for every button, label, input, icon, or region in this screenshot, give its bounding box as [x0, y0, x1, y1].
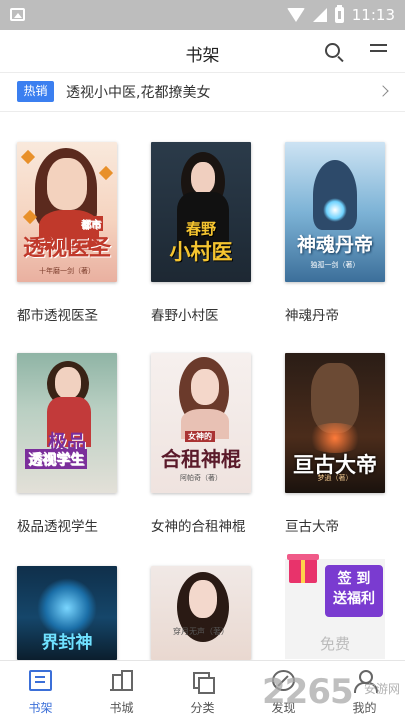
book-cover[interactable]: 界封神: [17, 566, 117, 660]
promo-divider: [0, 111, 405, 112]
category-icon: [191, 670, 215, 694]
signin-tag[interactable]: 签 到 送福利: [325, 565, 383, 617]
cover-title: 界封神: [41, 633, 93, 653]
book-item[interactable]: 都市 透视医圣 十年磨一剑（著） 都市透视医圣: [17, 142, 117, 324]
cover-tag: 都市: [79, 216, 103, 231]
search-icon[interactable]: [325, 43, 340, 58]
book-cover[interactable]: 女神的 合租神棍 阿帕奇（著）: [151, 353, 251, 493]
list-menu-icon[interactable]: [370, 44, 387, 58]
book-item[interactable]: 神魂丹帝 独孤一剑（著） 神魂丹帝: [285, 142, 385, 324]
status-right: 11:13: [286, 0, 395, 30]
book-item[interactable]: 穿月无声（著）: [151, 566, 251, 660]
book-title[interactable]: 神魂丹帝: [285, 304, 339, 324]
cover-author: 独孤一剑（著）: [310, 261, 360, 269]
nav-label: 我的: [352, 701, 377, 715]
book-item[interactable]: 春野 小村医 春野小村医: [151, 142, 251, 324]
signal-icon: [312, 8, 327, 22]
cover-title: 合租神棍: [161, 447, 241, 471]
nav-item-category[interactable]: 分类: [162, 661, 243, 720]
nav-item-discover[interactable]: 发现: [243, 661, 324, 720]
book-item[interactable]: 界封神: [17, 566, 117, 660]
profile-icon: [353, 670, 378, 693]
cover-author: 梦逍（著）: [317, 474, 353, 482]
free-text: 免费: [319, 635, 350, 653]
signin-label: 签 到: [337, 571, 371, 587]
nav-item-bookshelf[interactable]: 书架: [0, 661, 81, 720]
wifi-icon: [286, 8, 305, 22]
bookshelf-icon: [29, 670, 52, 691]
cover-title: 小村医: [169, 239, 233, 264]
book-cover[interactable]: 穿月无声（著）: [151, 566, 251, 660]
book-cover[interactable]: 都市 透视医圣 十年磨一剑（著）: [17, 142, 117, 282]
cover-author: 阿帕奇（著）: [180, 474, 222, 482]
nav-label: 书城: [109, 701, 134, 715]
cover-author: 十年磨一剑（著）: [39, 267, 95, 275]
page-title: 书架: [185, 46, 220, 66]
book-cover[interactable]: 亘古大帝 梦逍（著）: [285, 353, 385, 493]
book-item[interactable]: 女神的 合租神棍 阿帕奇（著） 女神的合租神棍: [151, 353, 251, 535]
cover-tag: 女神的: [185, 431, 215, 442]
app-header: 书架: [0, 30, 405, 72]
signin-welfare-card[interactable]: 签 到 送福利 免费: [285, 554, 385, 659]
promo-text: 透视小中医,花都撩美女: [66, 85, 211, 101]
nav-label: 书架: [28, 701, 53, 715]
nav-label: 分类: [190, 701, 215, 715]
nav-item-profile[interactable]: 我的: [324, 661, 405, 720]
bookstore-icon: [110, 670, 133, 691]
discover-icon: [272, 670, 295, 691]
cover-title: 透视学生: [25, 449, 87, 469]
book-title[interactable]: 女神的合租神棍: [151, 515, 246, 535]
bottom-nav: 书架 书城 分类 发现 我的: [0, 660, 405, 720]
book-title[interactable]: 极品透视学生: [17, 515, 98, 535]
hot-badge: 热销: [17, 81, 54, 102]
status-bar: 11:13: [0, 0, 405, 30]
book-title[interactable]: 亘古大帝: [285, 515, 339, 535]
book-cover[interactable]: 神魂丹帝 独孤一剑（著）: [285, 142, 385, 282]
nav-label: 发现: [271, 701, 296, 715]
gift-icon: [287, 554, 319, 583]
cover-title: 神魂丹帝: [296, 234, 373, 256]
cover-title: 透视医圣: [22, 235, 111, 261]
book-item[interactable]: 亘古大帝 梦逍（著） 亘古大帝: [285, 353, 385, 535]
battery-icon: [334, 5, 344, 23]
book-cover[interactable]: 极品 透视学生: [17, 353, 117, 493]
book-cover[interactable]: 春野 小村医: [151, 142, 251, 282]
hot-promo-banner[interactable]: 热销 透视小中医,花都撩美女: [0, 73, 405, 111]
book-item[interactable]: 极品 透视学生 极品透视学生: [17, 353, 117, 535]
cover-author: 穿月无声（著）: [173, 627, 229, 636]
chevron-right-icon: [377, 85, 389, 97]
book-title[interactable]: 春野小村医: [151, 304, 219, 324]
gallery-notification-icon: [10, 8, 25, 21]
book-title[interactable]: 都市透视医圣: [17, 304, 98, 324]
welfare-label: 送福利: [333, 591, 375, 607]
nav-item-bookstore[interactable]: 书城: [81, 661, 162, 720]
status-time: 11:13: [351, 6, 395, 24]
